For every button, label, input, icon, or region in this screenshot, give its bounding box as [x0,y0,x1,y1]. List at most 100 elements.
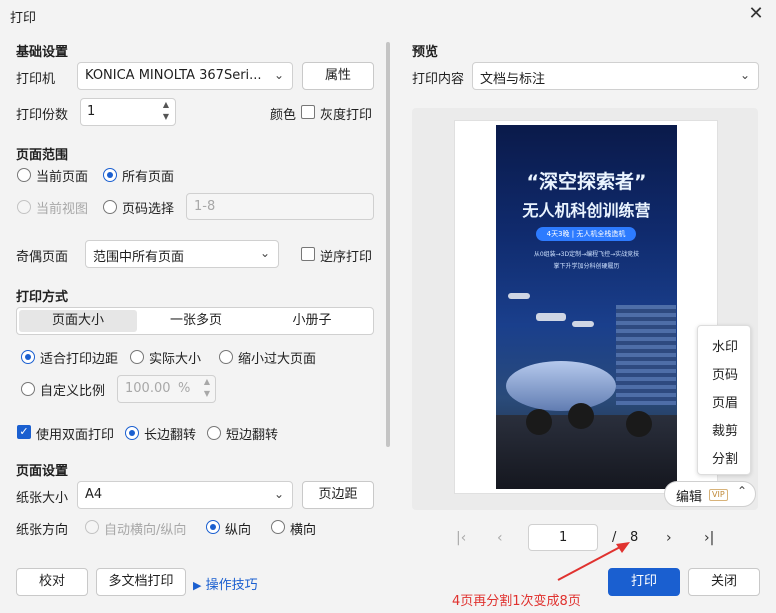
edit-button[interactable]: 编辑 VIP ⌃ [664,481,756,507]
chevron-down-icon: ⌄ [259,246,270,260]
properties-button[interactable]: 属性 [302,62,374,90]
stepper-down-icon[interactable]: ▼ [163,112,169,121]
tab-multi-page[interactable]: 一张多页 [137,310,255,332]
radio-page-select[interactable] [103,200,117,214]
poster-line-2: 掌下升学加分科创硬履历 [553,263,620,270]
proofread-button[interactable]: 校对 [16,568,88,596]
custom-scale-label: 自定义比例 [40,384,106,399]
radio-short-edge[interactable] [207,426,221,440]
poster-title-1: “深空探索者” [526,171,647,193]
radio-current-page[interactable] [17,168,31,182]
page-select-value: 1-8 [194,199,216,214]
odd-even-label: 奇偶页面 [16,250,69,265]
stepper-down-icon[interactable]: ▼ [204,389,210,398]
section-page-setup-title: 页面设置 [16,464,69,479]
all-pages-label: 所有页面 [122,170,175,185]
drone-shape [572,321,594,327]
current-view-label: 当前视图 [36,202,89,217]
mode-tabs: 页面大小 一张多页 小册子 [16,307,374,335]
title-bar: 打印 ✕ [0,0,776,30]
radio-all-pages[interactable] [103,168,117,182]
actual-size-label: 实际大小 [149,352,202,367]
printer-value: KONICA MINOLTA 367Seri... [85,68,262,83]
grayscale-checkbox[interactable] [301,105,315,119]
long-edge-label: 长边翻转 [144,428,197,443]
stepper-up-icon[interactable]: ▲ [163,100,169,109]
radio-custom-scale[interactable] [21,382,35,396]
close-button[interactable]: 关闭 [688,568,760,596]
auto-orientation-label: 自动横向/纵向 [104,523,187,538]
tab-page-size[interactable]: 页面大小 [19,310,137,332]
reverse-label: 逆序打印 [320,250,373,265]
menu-item-split[interactable]: 分割 [698,448,752,467]
menu-item-crop[interactable]: 裁剪 [698,420,752,439]
radio-shrink-large[interactable] [219,350,233,364]
tab-booklet[interactable]: 小册子 [253,310,371,332]
paper-size-label: 纸张大小 [16,491,69,506]
print-content-value: 文档与标注 [480,72,546,87]
copies-value: 1 [87,104,96,119]
section-mode-title: 打印方式 [16,290,69,305]
copies-label: 打印份数 [16,108,69,123]
radio-portrait[interactable] [206,520,220,534]
tips-link[interactable]: ▶ 操作技巧 [193,574,258,593]
next-page-icon[interactable]: › [666,530,672,546]
stepper-up-icon[interactable]: ▲ [204,377,210,386]
short-edge-label: 短边翻转 [226,428,279,443]
drone-shape [536,313,566,321]
fit-margins-label: 适合打印边距 [40,352,119,367]
annotation-text: 4页再分割1次变成8页 [452,594,581,609]
landscape-label: 横向 [290,523,317,538]
poster-line-1: 从0组装→3D定制→编程飞控→实战竞技 [533,251,640,258]
orientation-label: 纸张方向 [16,523,69,538]
radio-auto-orientation[interactable] [85,520,99,534]
chevron-down-icon: ⌄ [273,68,284,82]
first-page-icon[interactable]: |‹ [456,530,466,546]
dome-shape [506,361,616,411]
radio-actual-size[interactable] [130,350,144,364]
margins-button[interactable]: 页边距 [302,481,374,509]
person-head [626,411,652,437]
radio-long-edge[interactable] [125,426,139,440]
color-label: 颜色 [270,108,297,123]
radio-current-view[interactable] [17,200,31,214]
prev-page-icon[interactable]: ‹ [497,530,503,546]
print-button[interactable]: 打印 [608,568,680,596]
paper-size-value: A4 [85,487,103,502]
last-page-icon[interactable]: ›| [704,530,714,546]
duplex-checkbox[interactable]: ✓ [17,425,31,439]
poster-band: 4天3晚 | 无人机全栈造机 [536,227,636,241]
poster-title-2: 无人机科创训练营 [522,201,651,220]
grayscale-label: 灰度打印 [320,108,373,123]
page-select-label: 页码选择 [122,202,175,217]
tips-label: 操作技巧 [205,578,258,593]
copies-stepper[interactable]: 1 ▲ ▼ [80,98,176,126]
menu-item-header[interactable]: 页眉 [698,392,752,411]
settings-scrollbar[interactable] [386,42,390,447]
chevron-up-icon: ⌃ [737,484,748,498]
play-icon: ▶ [193,579,202,592]
chevron-down-icon: ⌄ [273,487,284,501]
reverse-checkbox[interactable] [301,247,315,261]
print-content-label: 打印内容 [412,72,465,87]
drone-shape [508,293,530,299]
odd-even-select[interactable]: 范围中所有页面 ⌄ [85,240,279,268]
scale-unit: % [178,381,191,396]
printer-select[interactable]: KONICA MINOLTA 367Seri... ⌄ [77,62,293,90]
poster-image: “深空探索者” 无人机科创训练营 4天3晚 | 无人机全栈造机 从0组装→3D定… [496,125,677,489]
menu-item-watermark[interactable]: 水印 [698,336,752,355]
paper-size-select[interactable]: A4 ⌄ [77,481,293,509]
print-content-select[interactable]: 文档与标注 ⌄ [472,62,759,90]
chevron-down-icon: ⌄ [739,68,750,82]
menu-item-page-number[interactable]: 页码 [698,364,752,383]
radio-fit-margins[interactable] [21,350,35,364]
printer-label: 打印机 [16,72,56,87]
multi-doc-print-button[interactable]: 多文档打印 [96,568,186,596]
building-shape [616,305,676,405]
page-select-input[interactable]: 1-8 [186,193,374,220]
vip-badge: VIP [709,489,728,501]
radio-landscape[interactable] [271,520,285,534]
scale-input[interactable]: 100.00 % ▲ ▼ [117,375,216,403]
current-page-label: 当前页面 [36,170,89,185]
close-icon[interactable]: ✕ [744,3,768,27]
